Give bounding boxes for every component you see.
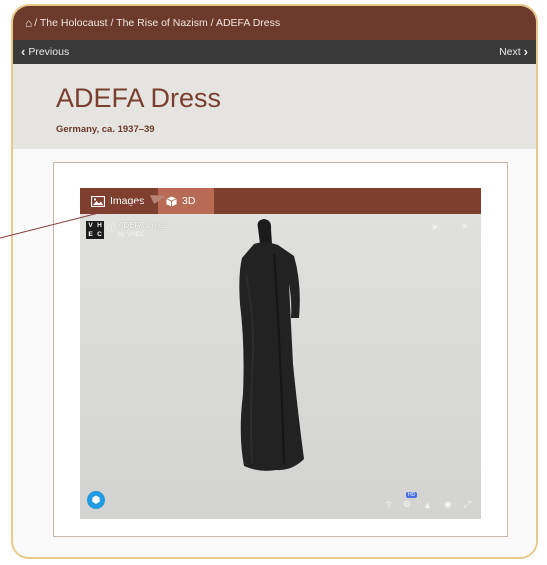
media-card: Images 3D VH EC ⓘ ADEFA Dress by VHEC ➤ … — [53, 162, 508, 537]
image-icon — [91, 195, 105, 207]
object-header: ADEFA Dress Germany, ca. 1937–39 — [13, 64, 536, 149]
cube-icon — [166, 195, 177, 207]
tab-images-label: Images — [110, 195, 145, 207]
tab-3d-label: 3D — [182, 195, 196, 207]
content-area: Images 3D VH EC ⓘ ADEFA Dress by VHEC ➤ … — [13, 149, 536, 557]
chevron-left-icon: ‹ — [21, 44, 26, 59]
tab-images[interactable]: Images — [80, 188, 158, 214]
breadcrumb: ⌂ / The Holocaust / The Rise of Nazism /… — [13, 6, 536, 40]
3d-viewer[interactable]: VH EC ⓘ ADEFA Dress by VHEC ➤ ✕ ⬢ ? ⚙ HD… — [80, 214, 481, 519]
ar-icon[interactable]: ▲ — [423, 500, 432, 510]
settings-icon[interactable]: ⚙ HD — [403, 492, 418, 510]
breadcrumb-text[interactable]: / The Holocaust / The Rise of Nazism / A… — [34, 17, 280, 29]
help-icon[interactable]: ? — [386, 500, 391, 510]
vr-icon[interactable]: ◉ — [444, 499, 452, 510]
sketchfab-logo-button[interactable]: ⬢ — [87, 491, 105, 509]
viewer-controls: ? ⚙ HD ▲ ◉ ⤢ — [386, 492, 471, 510]
dress-model — [239, 219, 304, 471]
home-icon[interactable]: ⌂ — [25, 16, 32, 30]
next-button[interactable]: Next › — [499, 44, 528, 59]
pager-bar: ‹ Previous Next › — [13, 40, 536, 64]
cube-icon: ⬢ — [91, 494, 101, 506]
previous-label: Previous — [28, 46, 70, 58]
object-subtitle: Germany, ca. 1937–39 — [56, 124, 155, 135]
tab-3d[interactable]: 3D — [158, 188, 214, 214]
page-title: ADEFA Dress — [56, 83, 222, 113]
chevron-right-icon: › — [523, 44, 528, 59]
media-tabs: Images 3D — [80, 188, 481, 214]
page-frame: ⌂ / The Holocaust / The Rise of Nazism /… — [11, 4, 538, 559]
fullscreen-icon[interactable]: ⤢ — [464, 499, 471, 510]
hd-badge: HD — [405, 492, 418, 498]
previous-button[interactable]: ‹ Previous — [21, 44, 70, 59]
next-label: Next — [499, 46, 521, 58]
